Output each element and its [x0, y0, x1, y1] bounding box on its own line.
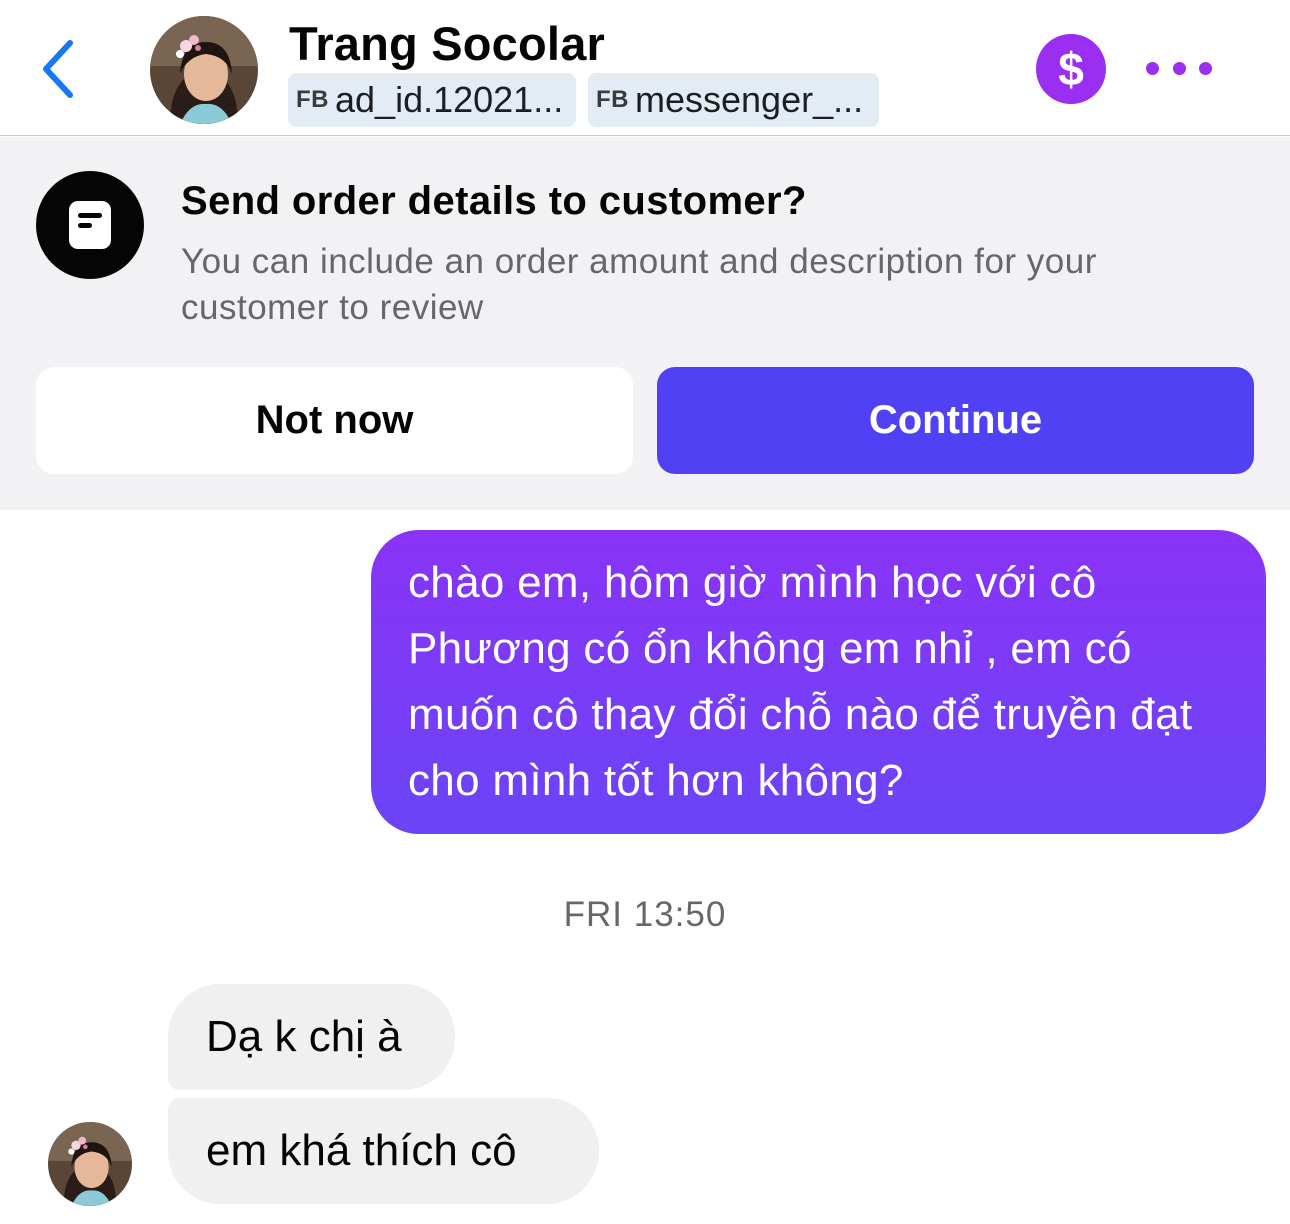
dollar-icon: $ [1058, 43, 1084, 95]
outgoing-message[interactable]: chào em, hôm giờ mình học với cô Phương … [371, 530, 1266, 834]
back-button[interactable] [30, 34, 86, 104]
message-timestamp: FRI 13:50 [563, 895, 727, 934]
label-tag-ad-id[interactable]: FB ad_id.12021... [288, 73, 576, 127]
more-dots-icon [1146, 61, 1159, 75]
payment-button[interactable]: $ [1036, 34, 1106, 104]
banner-description: You can include an order amount and desc… [181, 242, 1097, 327]
tag-label: ad_id.12021... [335, 79, 564, 120]
chevron-left-icon [43, 40, 73, 98]
order-document-icon [36, 171, 144, 279]
more-dots-icon [1172, 61, 1186, 75]
tag-label: messenger_... [635, 79, 864, 120]
avatar-image [48, 1122, 132, 1206]
not-now-button[interactable]: Not now [36, 367, 633, 474]
more-options-button[interactable] [1146, 48, 1212, 88]
incoming-message[interactable]: em khá thích cô [168, 1098, 599, 1204]
avatar-image [150, 16, 258, 124]
sender-avatar[interactable] [48, 1122, 132, 1206]
contact-avatar[interactable] [150, 16, 258, 124]
more-dots-icon [1199, 61, 1212, 75]
continue-button[interactable]: Continue [657, 367, 1254, 474]
incoming-message[interactable]: Dạ k chị à [168, 984, 455, 1090]
conversation-header: Trang Socolar FB ad_id.12021... FB messe… [0, 0, 1290, 136]
facebook-tag-icon: FB [596, 86, 629, 113]
contact-name[interactable]: Trang Socolar [289, 14, 605, 74]
label-tag-messenger[interactable]: FB messenger_... [588, 73, 879, 127]
facebook-tag-icon: FB [296, 86, 329, 113]
banner-title: Send order details to customer? [181, 179, 807, 223]
order-details-banner: Send order details to customer? You can … [0, 137, 1290, 510]
